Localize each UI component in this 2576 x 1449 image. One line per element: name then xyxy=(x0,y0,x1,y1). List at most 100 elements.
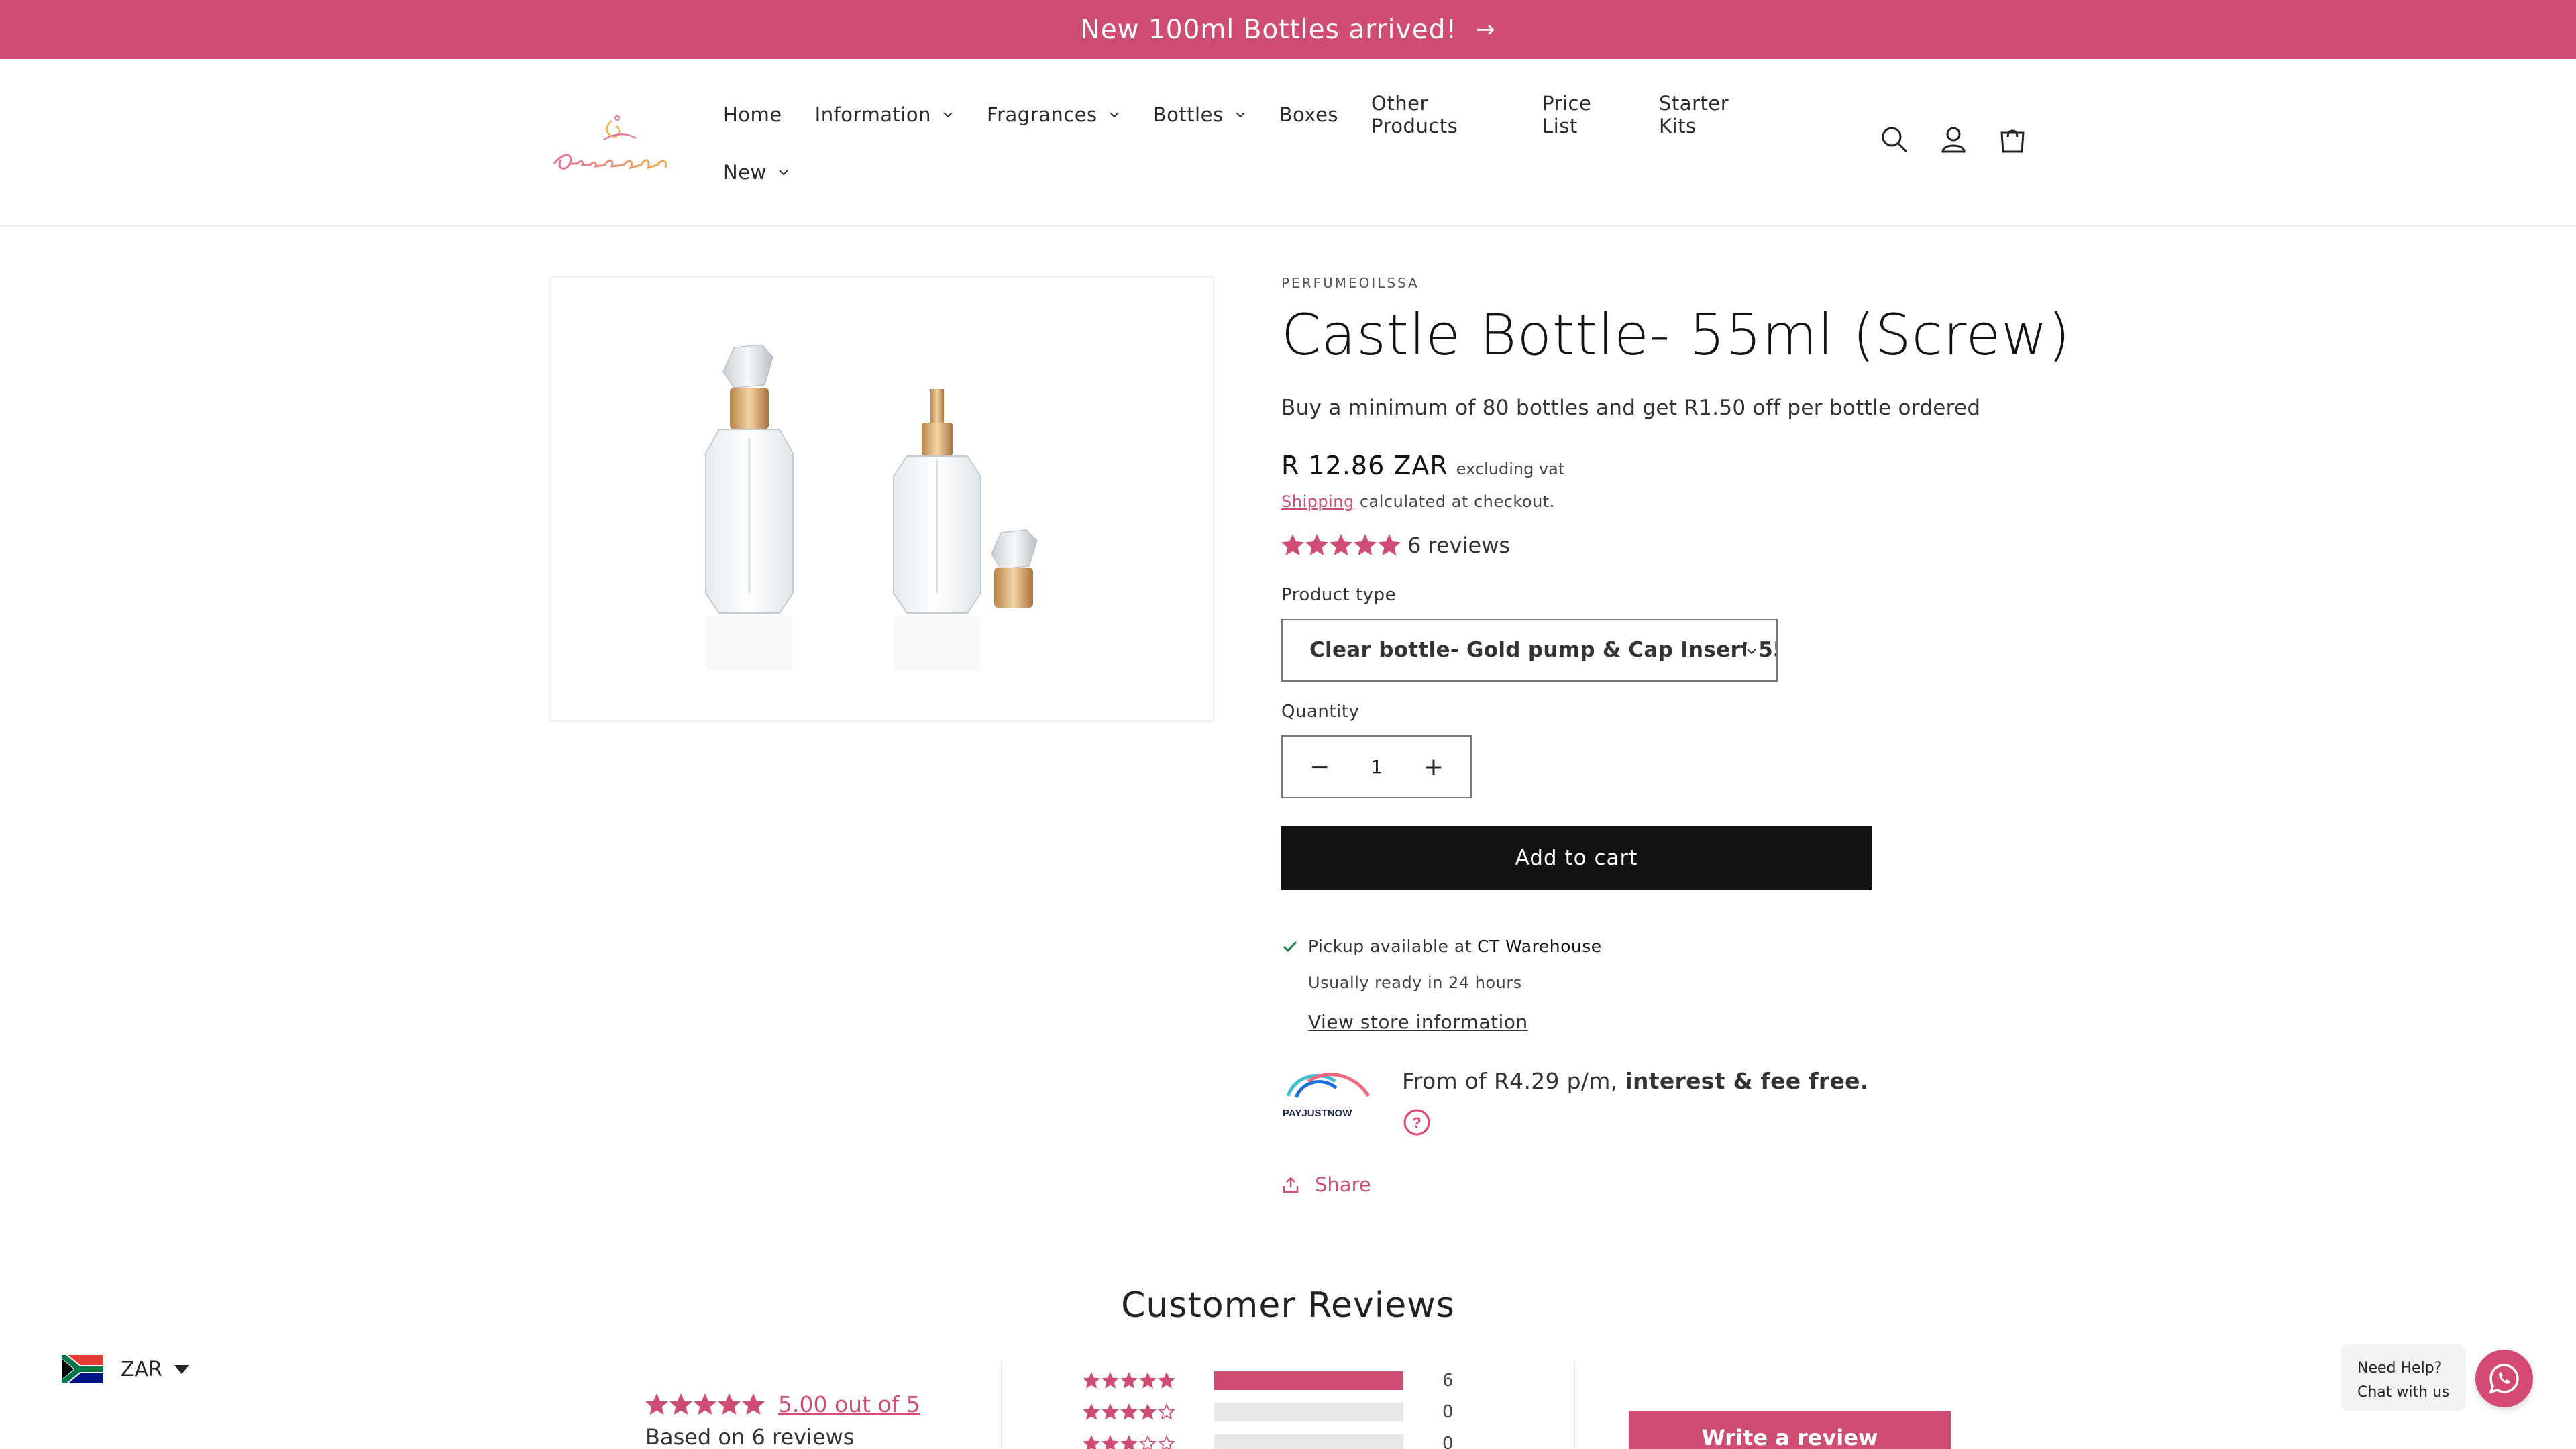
qty-minus-button[interactable]: − xyxy=(1309,753,1330,781)
average-rating-link[interactable]: 5.00 out of 5 xyxy=(778,1391,920,1417)
price-row: R 12.86 ZAR excluding vat xyxy=(1281,451,2053,480)
product-vendor: PERFUMEOILSSA xyxy=(1281,275,1419,291)
paylater-bold: interest & fee free. xyxy=(1625,1068,1869,1094)
product-type-value: Clear bottle- Gold pump & Cap Insert 55m… xyxy=(1309,638,1778,662)
star-filled-icon xyxy=(1139,1403,1157,1420)
chat-line-2: Chat with us xyxy=(2357,1384,2450,1401)
pickup-availability: Pickup available at CT Warehouse xyxy=(1281,936,2053,956)
star-filled-icon xyxy=(694,1393,716,1415)
histogram-count: 0 xyxy=(1442,1401,1454,1422)
histogram-row[interactable]: 0 xyxy=(1083,1428,1454,1449)
arrow-right-icon: → xyxy=(1475,16,1496,43)
svg-text:?: ? xyxy=(1412,1114,1421,1131)
summary-stars xyxy=(645,1393,766,1416)
chevron-down-icon xyxy=(779,170,788,176)
share-icon xyxy=(1283,1177,1299,1193)
nav-label: Price List xyxy=(1542,92,1592,138)
rating-histogram: 6 0 0 xyxy=(1083,1364,1454,1449)
star-filled-icon xyxy=(1120,1403,1138,1420)
question-icon[interactable]: ? xyxy=(1402,1108,1432,1137)
star-filled-icon xyxy=(1330,534,1352,556)
chat-prompt[interactable]: Need Help? Chat with us xyxy=(2341,1344,2466,1411)
nav-boxes[interactable]: Boxes xyxy=(1279,103,1338,126)
product-type-label: Product type xyxy=(1281,585,1397,605)
caret-down-icon xyxy=(174,1364,189,1374)
histogram-count: 0 xyxy=(1442,1433,1454,1449)
account-icon[interactable] xyxy=(1937,123,1970,156)
shipping-link[interactable]: Shipping xyxy=(1281,492,1354,511)
announcement-bar[interactable]: New 100ml Bottles arrived! → xyxy=(0,0,2576,59)
reviews-count[interactable]: 6 reviews xyxy=(1407,533,1510,558)
star-filled-icon xyxy=(1102,1434,1119,1449)
ready-time: Usually ready in 24 hours xyxy=(1308,973,1522,992)
site-logo[interactable] xyxy=(550,109,674,188)
nav-new[interactable]: New xyxy=(723,161,790,184)
currency-code: ZAR xyxy=(121,1357,162,1381)
nav-label: New xyxy=(723,161,767,184)
nav-price-list[interactable]: Price List xyxy=(1542,92,1626,138)
announcement-text[interactable]: New 100ml Bottles arrived! xyxy=(1081,15,1457,45)
nav-home[interactable]: Home xyxy=(723,103,782,126)
nav-fragrances[interactable]: Fragrances xyxy=(987,103,1120,126)
star-filled-icon xyxy=(1354,534,1377,556)
product-type-select[interactable]: Clear bottle- Gold pump & Cap Insert 55m… xyxy=(1281,619,1778,682)
currency-selector[interactable]: ZAR xyxy=(62,1355,189,1383)
histogram-bar-fill xyxy=(1214,1371,1403,1390)
checkmark-icon xyxy=(1283,941,1297,952)
product-price: R 12.86 ZAR xyxy=(1281,451,1448,480)
product-rating[interactable]: 6 reviews xyxy=(1281,533,2053,558)
nav-label: Fragrances xyxy=(987,103,1097,126)
site-header: Home Information Fragrances Bottles Boxe… xyxy=(0,59,2576,227)
view-store-info-link[interactable]: View store information xyxy=(1308,1011,2053,1033)
nav-starter-kits[interactable]: Starter Kits xyxy=(1659,92,1764,138)
star-filled-icon xyxy=(1102,1371,1119,1389)
whatsapp-chat-button[interactable] xyxy=(2475,1350,2533,1407)
star-filled-icon xyxy=(1102,1403,1119,1420)
star-filled-icon xyxy=(1083,1434,1100,1449)
whatsapp-icon xyxy=(2489,1364,2519,1394)
based-on-text: Based on 6 reviews xyxy=(645,1424,855,1449)
divider xyxy=(1001,1362,1002,1449)
nav-information[interactable]: Information xyxy=(815,103,954,126)
share-button[interactable]: Share xyxy=(1281,1173,2053,1196)
nav-label: Information xyxy=(814,103,932,126)
star-filled-icon xyxy=(718,1393,741,1415)
write-review-button[interactable]: Write a review xyxy=(1629,1411,1951,1449)
vat-note: excluding vat xyxy=(1456,460,1565,478)
nav-label: Other Products xyxy=(1371,92,1458,138)
paylater-text: From of R4.29 p/m, interest & fee free. xyxy=(1402,1068,1869,1094)
shipping-text: calculated at checkout. xyxy=(1359,492,1555,511)
star-filled-icon xyxy=(1083,1371,1100,1389)
chat-line-1: Need Help? xyxy=(2357,1360,2443,1377)
chevron-down-icon xyxy=(1746,645,1758,657)
star-filled-icon xyxy=(1139,1371,1157,1389)
share-label: Share xyxy=(1315,1173,1371,1196)
star-filled-icon xyxy=(1281,534,1304,556)
nav-label: Starter Kits xyxy=(1659,92,1729,138)
shipping-note: Shipping calculated at checkout. xyxy=(1281,492,2053,511)
cart-icon[interactable] xyxy=(1996,123,2029,156)
paylater-widget: PAYJUSTNOW From of R4.29 p/m, interest &… xyxy=(1281,1068,2053,1140)
qty-plus-button[interactable]: + xyxy=(1424,753,1444,781)
quantity-input[interactable]: 1 xyxy=(1371,756,1383,778)
star-empty-icon xyxy=(1139,1434,1157,1449)
payjustnow-wordmark: PAYJUSTNOW xyxy=(1283,1108,1352,1119)
histogram-row[interactable]: 0 xyxy=(1083,1396,1454,1428)
star-empty-icon xyxy=(1158,1403,1175,1420)
product-image[interactable] xyxy=(550,276,1214,722)
pickup-location: CT Warehouse xyxy=(1477,936,1602,956)
star-filled-icon xyxy=(1083,1403,1100,1420)
nav-other-products[interactable]: Other Products xyxy=(1371,92,1509,138)
product-info: PERFUMEOILSSA Castle Bottle- 55ml (Screw… xyxy=(1281,275,2070,1196)
south-africa-flag-icon xyxy=(62,1355,103,1383)
pickup-prefix: Pickup available at xyxy=(1308,936,1472,956)
star-filled-icon xyxy=(645,1393,668,1415)
nav-bottles[interactable]: Bottles xyxy=(1153,103,1246,126)
rating-stars xyxy=(1281,534,1402,557)
search-icon[interactable] xyxy=(1878,123,1911,156)
star-filled-icon xyxy=(742,1393,765,1415)
add-to-cart-button[interactable]: Add to cart xyxy=(1281,826,1872,890)
product-photo xyxy=(705,344,1038,670)
histogram-row[interactable]: 6 xyxy=(1083,1364,1454,1396)
histogram-bar xyxy=(1214,1371,1403,1390)
